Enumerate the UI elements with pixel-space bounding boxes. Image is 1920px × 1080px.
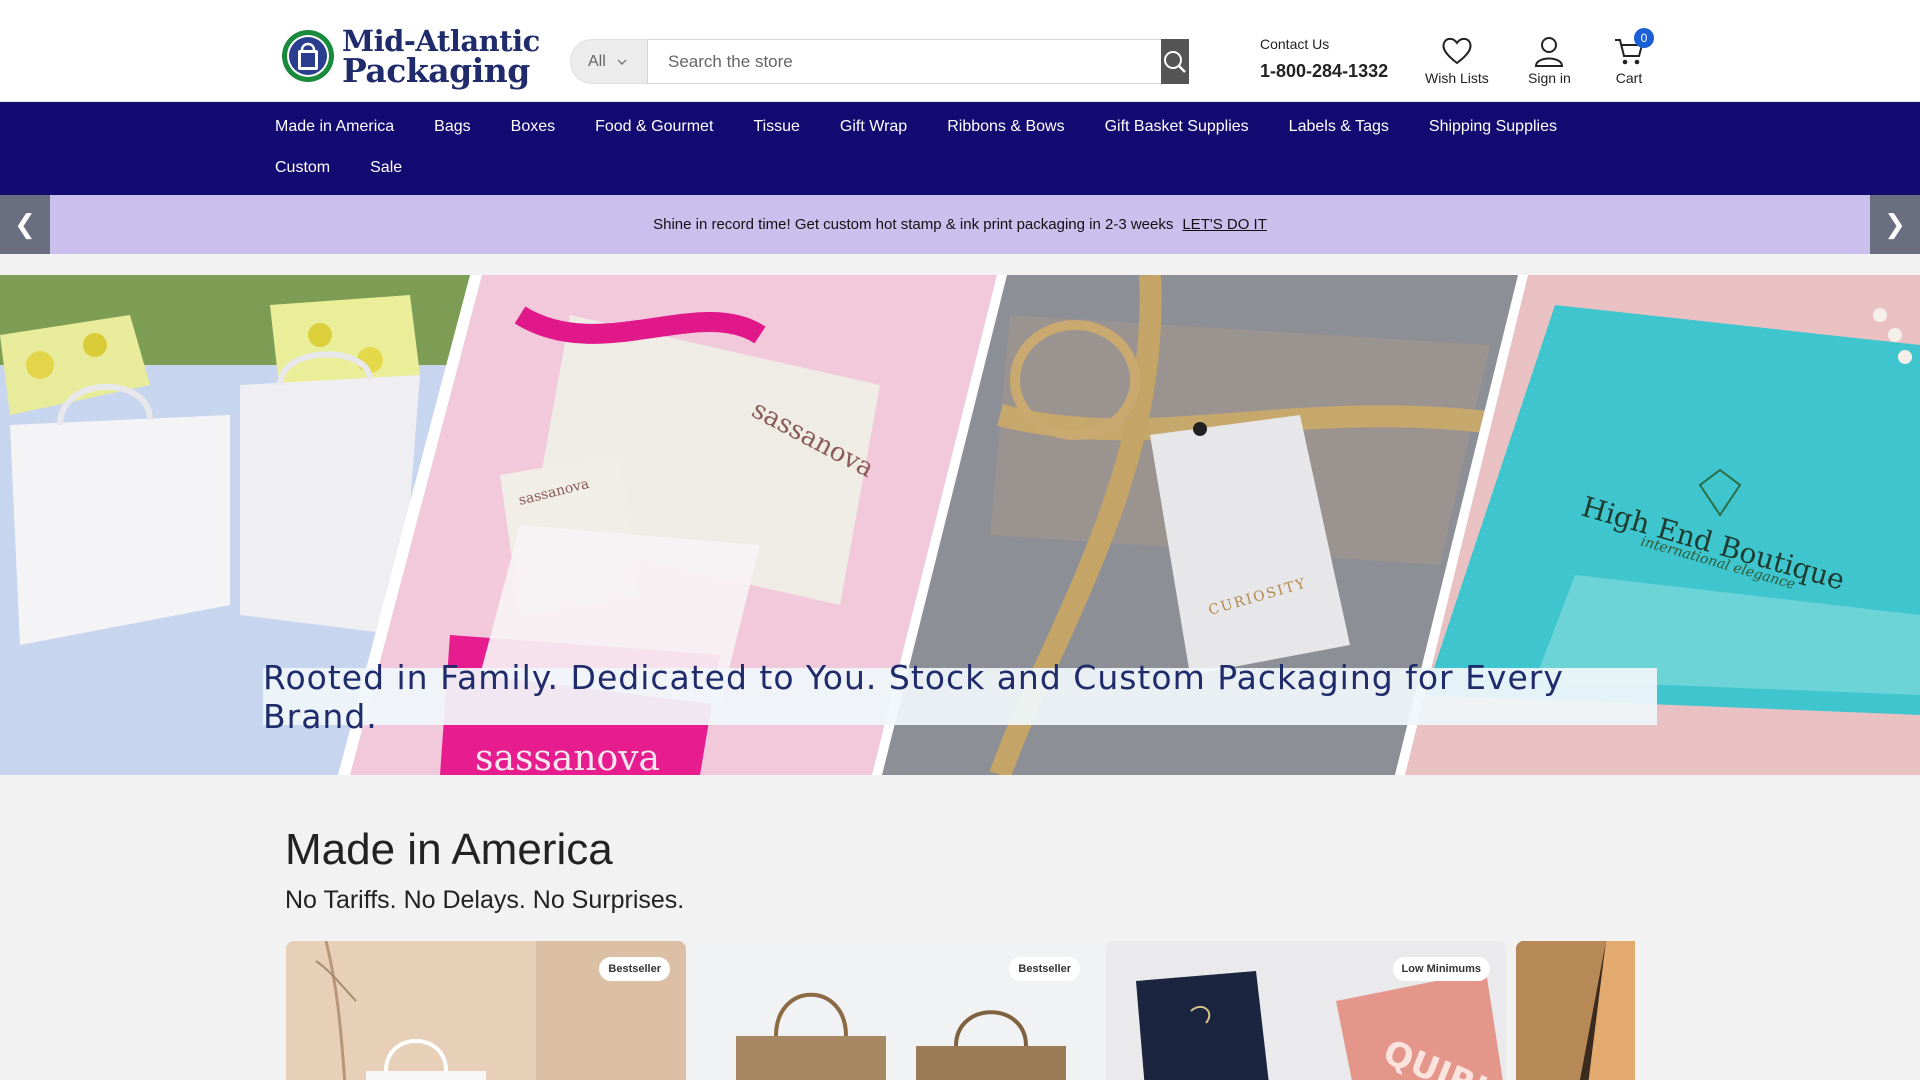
- nav-item-labels-tags[interactable]: Labels & Tags: [1289, 118, 1389, 136]
- nav-item-food-gourmet[interactable]: Food & Gourmet: [595, 118, 713, 136]
- nav-item-gift-wrap[interactable]: Gift Wrap: [840, 118, 907, 136]
- nav-row-1: Made in America Bags Boxes Food & Gourme…: [275, 118, 1557, 136]
- cart-link[interactable]: 0 Cart: [1612, 28, 1654, 86]
- site-logo[interactable]: Mid-Atlantic Packaging: [280, 26, 540, 90]
- heart-icon: [1442, 37, 1472, 65]
- product-image: [1516, 941, 1635, 1080]
- nav-item-boxes[interactable]: Boxes: [511, 118, 555, 136]
- contact-phone[interactable]: 1-800-284-1332: [1260, 61, 1388, 82]
- hero-banner[interactable]: sassanova sassanova sassanova CURIOSITY …: [0, 275, 1920, 775]
- section-title: Made in America: [285, 825, 613, 874]
- product-card[interactable]: Bestseller: [286, 941, 686, 1080]
- product-badge: Bestseller: [599, 957, 670, 981]
- product-card[interactable]: Bestseller: [696, 941, 1096, 1080]
- shopping-bag-logo-icon: [282, 30, 334, 82]
- nav-item-tissue[interactable]: Tissue: [753, 118, 800, 136]
- contact-label: Contact Us: [1260, 36, 1330, 52]
- logo-line2: Packaging: [342, 51, 530, 90]
- main-nav: Made in America Bags Boxes Food & Gourme…: [0, 102, 1920, 195]
- nav-item-bags[interactable]: Bags: [434, 118, 470, 136]
- product-badge: Low Minimums: [1392, 957, 1490, 981]
- wishlist-label: Wish Lists: [1425, 70, 1489, 86]
- promo-prev-button[interactable]: ❮: [0, 195, 50, 254]
- promo-text: Shine in record time! Get custom hot sta…: [653, 216, 1174, 233]
- promo-bar: ❮ Shine in record time! Get custom hot s…: [0, 195, 1920, 254]
- hero-sassanova-text-3: sassanova: [475, 738, 660, 775]
- nav-item-gift-basket-supplies[interactable]: Gift Basket Supplies: [1105, 118, 1249, 136]
- signin-label: Sign in: [1528, 70, 1571, 86]
- search-button[interactable]: [1161, 39, 1189, 84]
- nav-item-custom[interactable]: Custom: [275, 159, 330, 177]
- search-bar: All: [570, 39, 1189, 84]
- wishlist-link[interactable]: Wish Lists: [1425, 34, 1489, 86]
- nav-row-2: Custom Sale: [275, 159, 402, 177]
- nav-item-shipping-supplies[interactable]: Shipping Supplies: [1429, 118, 1557, 136]
- product-carousel: Bestseller Bestseller QUIRK Low Minimums: [286, 941, 1635, 1080]
- contact-block[interactable]: Contact Us 1-800-284-1332: [1260, 36, 1388, 82]
- nav-item-sale[interactable]: Sale: [370, 159, 402, 177]
- product-card[interactable]: QUIRK Low Minimums: [1106, 941, 1506, 1080]
- nav-item-ribbons-bows[interactable]: Ribbons & Bows: [947, 118, 1064, 136]
- search-icon: [1164, 50, 1186, 73]
- promo-cta-link[interactable]: LET'S DO IT: [1182, 216, 1267, 233]
- product-card[interactable]: [1516, 941, 1635, 1080]
- search-input[interactable]: [647, 39, 1161, 84]
- product-badge: Bestseller: [1009, 957, 1080, 981]
- user-icon: [1535, 37, 1564, 67]
- nav-item-made-in-america[interactable]: Made in America: [275, 118, 394, 136]
- hero-tagline: Rooted in Family. Dedicated to You. Stoc…: [263, 657, 1564, 736]
- hero-tagline-banner: Rooted in Family. Dedicated to You. Stoc…: [263, 658, 1657, 736]
- signin-link[interactable]: Sign in: [1528, 34, 1571, 86]
- chevron-down-icon: [617, 59, 627, 65]
- search-category-value: All: [588, 52, 606, 70]
- promo-next-button[interactable]: ❯: [1870, 195, 1920, 254]
- cart-count-badge: 0: [1634, 28, 1654, 48]
- section-subtitle: No Tariffs. No Delays. No Surprises.: [285, 886, 685, 914]
- search-category-select[interactable]: All: [570, 39, 647, 84]
- cart-label: Cart: [1615, 70, 1643, 86]
- site-header: Mid-Atlantic Packaging All Contact Us 1-…: [0, 0, 1920, 102]
